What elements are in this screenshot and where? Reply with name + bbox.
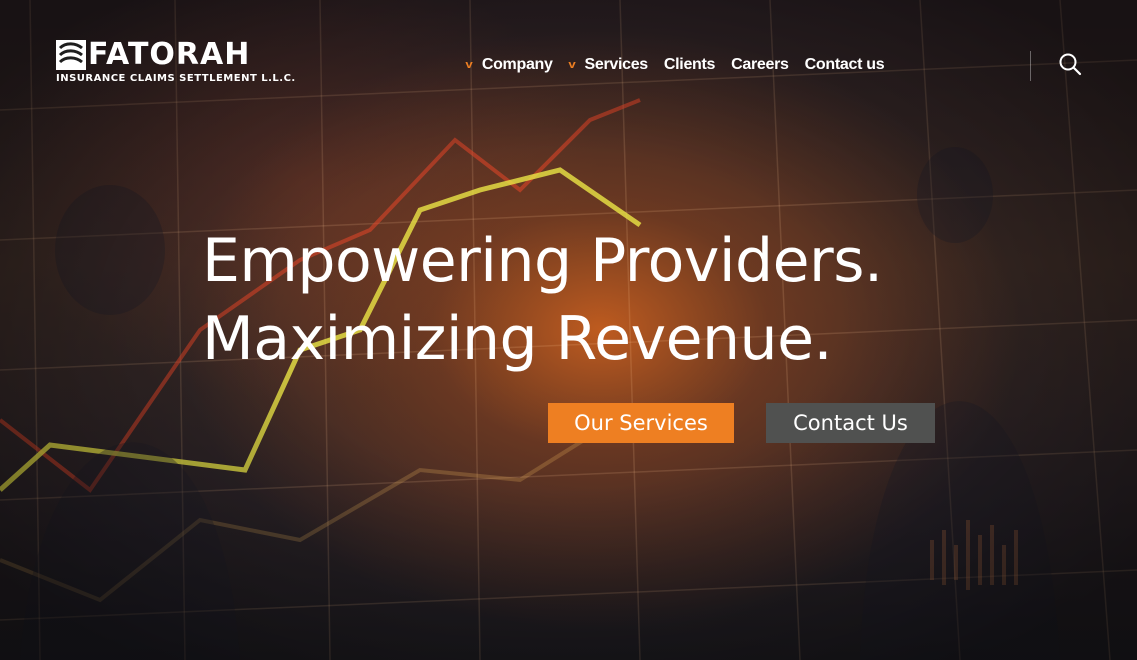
- chevron-down-icon: v: [568, 59, 576, 71]
- hero-headline: Empowering Providers. Maximizing Revenue…: [202, 222, 883, 378]
- nav-divider: [1030, 51, 1031, 81]
- logo-icon: [56, 40, 86, 70]
- headline-line-2: Maximizing Revenue.: [202, 304, 833, 374]
- logo-mark: FATORAH: [56, 40, 296, 70]
- nav-item-clients[interactable]: Clients: [663, 56, 716, 74]
- nav-item-label: Services: [584, 56, 648, 73]
- brand-name: FATORAH: [88, 37, 251, 72]
- headline-line-1: Empowering Providers.: [202, 226, 883, 296]
- brand-tagline: INSURANCE CLAIMS SETTLEMENT L.L.C.: [56, 73, 296, 84]
- contact-us-button[interactable]: Contact Us: [766, 403, 935, 443]
- main-nav: v Company v Services Clients Careers Con…: [465, 56, 900, 74]
- nav-item-company[interactable]: v Company: [465, 56, 553, 74]
- search-icon[interactable]: [1058, 52, 1082, 76]
- nav-item-label: Careers: [731, 56, 789, 73]
- our-services-button[interactable]: Our Services: [548, 403, 734, 443]
- nav-item-label: Company: [481, 56, 553, 73]
- nav-item-careers[interactable]: Careers: [731, 56, 789, 74]
- nav-item-label: Clients: [663, 56, 716, 73]
- chevron-down-icon: v: [465, 59, 473, 71]
- nav-item-contact[interactable]: Contact us: [805, 56, 885, 74]
- brand-logo[interactable]: FATORAH INSURANCE CLAIMS SETTLEMENT L.L.…: [56, 40, 296, 84]
- hero-section: FATORAH INSURANCE CLAIMS SETTLEMENT L.L.…: [0, 0, 1137, 660]
- nav-item-label: Contact us: [804, 56, 885, 73]
- nav-item-services[interactable]: v Services: [568, 56, 648, 74]
